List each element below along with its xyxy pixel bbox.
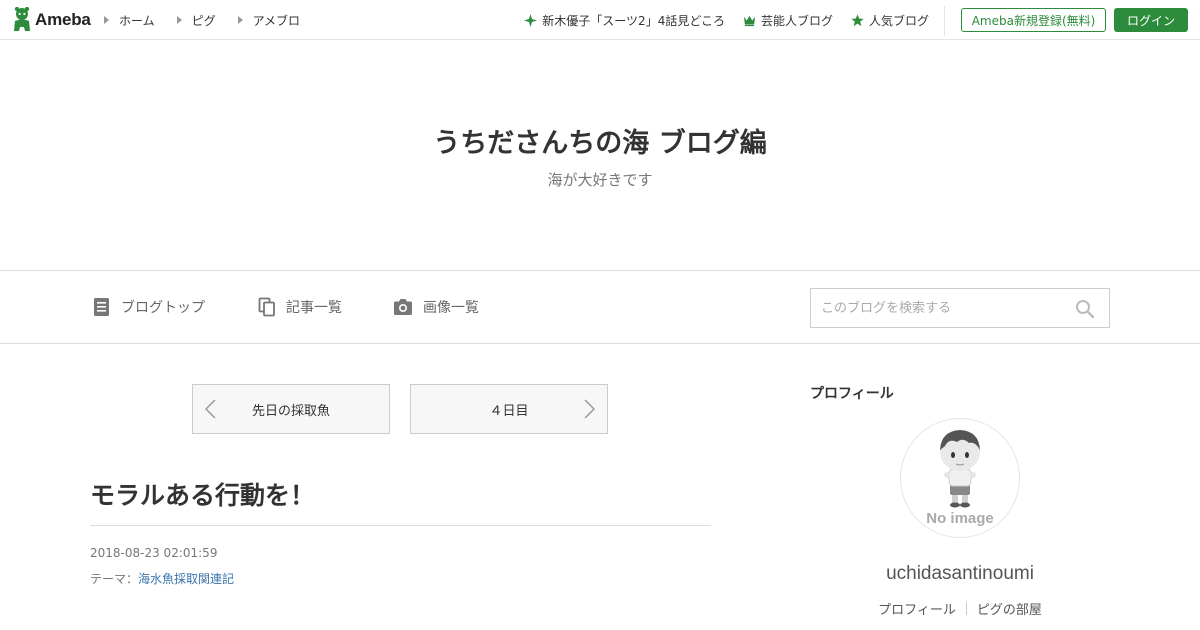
global-nav-left: ホーム ピグ アメブロ <box>104 0 322 40</box>
triangle-right-icon <box>237 16 243 24</box>
nav-celebrity-blogs[interactable]: 芸能人ブログ <box>743 12 833 29</box>
pigg-room-link[interactable]: ピグの部屋 <box>967 599 1052 618</box>
nav-pigg[interactable]: ピグ <box>176 12 216 29</box>
theme-link[interactable]: 海水魚採取関連記 <box>138 572 234 586</box>
next-entry-button[interactable]: ４日目 <box>410 384 608 434</box>
article-title[interactable]: モラルある行動を！ <box>90 476 315 512</box>
camera-icon <box>394 299 412 315</box>
triangle-right-icon <box>176 16 182 24</box>
nav-feature-link[interactable]: 新木優子「スーツ2」4話見どころ <box>524 12 725 29</box>
copy-icon <box>258 297 275 317</box>
blog-nav: ブログトップ 記事一覧 画像一覧 <box>0 270 1200 344</box>
search-icon[interactable] <box>1075 299 1095 319</box>
crown-icon <box>743 15 756 26</box>
next-entry-label: ４日目 <box>489 403 529 419</box>
nav-ameblo-label: アメブロ <box>252 13 301 28</box>
login-button[interactable]: ログイン <box>1114 8 1188 32</box>
avatar[interactable]: No image <box>900 418 1020 538</box>
article-date: 2018-08-23 02:01:59 <box>90 546 218 560</box>
blog-title[interactable]: うちださんちの海 ブログ編 <box>0 121 1200 160</box>
logo-text: Ameba <box>35 10 91 29</box>
chevron-left-icon <box>204 399 216 419</box>
global-nav-right: 新木優子「スーツ2」4話見どころ 芸能人ブログ 人気ブログ <box>506 0 929 40</box>
register-button[interactable]: Ameba新規登録(無料) <box>961 8 1106 32</box>
blog-top-label: ブログトップ <box>121 300 205 316</box>
nav-ameblo[interactable]: アメブロ <box>237 12 301 29</box>
nav-feature-label: 新木優子「スーツ2」4話見どころ <box>542 13 725 28</box>
profile-links: プロフィール ピグの部屋 <box>810 599 1110 618</box>
image-list-link[interactable]: 画像一覧 <box>393 271 479 343</box>
article-theme: テーマ：海水魚採取関連記 <box>90 570 234 587</box>
ameba-mascot-icon <box>14 7 30 31</box>
image-list-label: 画像一覧 <box>423 300 479 316</box>
prev-entry-button[interactable]: 先日の採取魚 <box>192 384 390 434</box>
nav-home-label: ホーム <box>119 13 155 28</box>
profile-username[interactable]: uchidasantinoumi <box>810 563 1110 585</box>
star-icon <box>851 13 864 26</box>
nav-pigg-label: ピグ <box>191 13 216 28</box>
sparkle-icon <box>524 13 538 27</box>
nav-popular-label: 人気ブログ <box>868 13 929 28</box>
header-divider <box>944 6 945 36</box>
nav-popular-blogs[interactable]: 人気ブログ <box>851 12 929 29</box>
blog-search-input[interactable] <box>811 289 1081 327</box>
document-icon <box>94 298 109 316</box>
entry-list-link[interactable]: 記事一覧 <box>258 271 342 343</box>
blog-description: 海が大好きです <box>547 171 653 189</box>
nav-celebrity-label: 芸能人ブログ <box>760 13 833 28</box>
blog-search <box>810 288 1110 328</box>
theme-prefix: テーマ： <box>90 572 139 586</box>
article-divider <box>90 525 711 526</box>
blog-top-link[interactable]: ブログトップ <box>93 271 205 343</box>
entry-list-label: 記事一覧 <box>286 300 342 316</box>
chevron-right-icon <box>584 399 596 419</box>
nav-home[interactable]: ホーム <box>104 12 155 29</box>
ameba-logo[interactable]: Ameba <box>12 7 91 33</box>
blog-header: うちださんちの海 ブログ編 海が大好きです <box>0 41 1200 270</box>
profile-link[interactable]: プロフィール <box>868 599 966 618</box>
no-image-text: No image <box>926 510 994 527</box>
profile-heading: プロフィール <box>810 386 894 402</box>
triangle-right-icon <box>104 16 109 24</box>
global-header: Ameba ホーム ピグ アメブロ 新木優子「スーツ2」4話見どころ 芸能人ブロ… <box>0 0 1200 40</box>
prev-entry-label: 先日の採取魚 <box>251 403 330 419</box>
